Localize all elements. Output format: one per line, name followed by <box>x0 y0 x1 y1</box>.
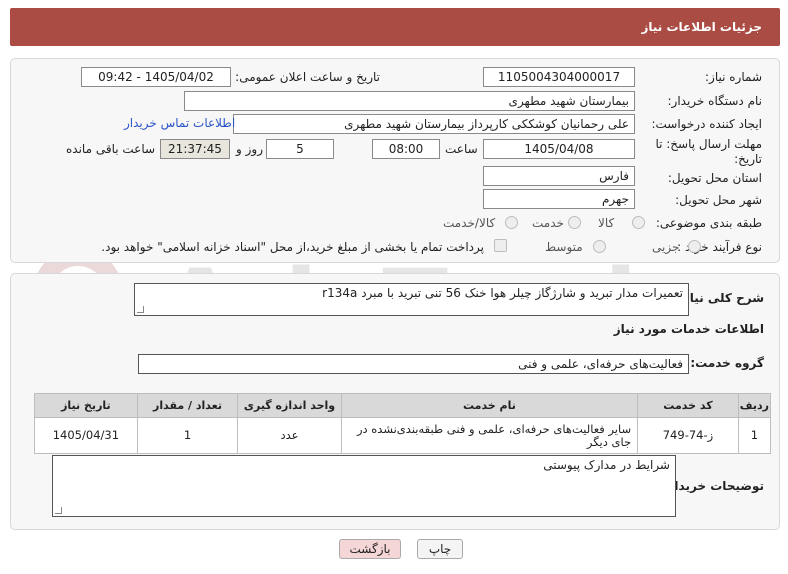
purchase-minor-radio[interactable] <box>688 240 701 253</box>
page-header: جزئیات اطلاعات نیاز <box>10 8 780 46</box>
table-row: 1 ز-74-749 سایر فعالیت‌های حرفه‌ای، علمی… <box>34 417 772 454</box>
service-group-label: گروه خدمت: <box>690 356 764 370</box>
page-title: جزئیات اطلاعات نیاز <box>641 20 762 34</box>
print-button[interactable]: چاپ <box>417 539 463 559</box>
category-service-radio[interactable] <box>568 216 581 229</box>
buyer-org-label: نام دستگاه خریدار: <box>667 94 763 108</box>
remaining-label: ساعت باقی مانده <box>66 142 156 156</box>
col-code: کد خدمت <box>637 393 739 418</box>
cell-name: سایر فعالیت‌های حرفه‌ای، علمی و فنی طبقه… <box>340 417 639 454</box>
info-panel <box>10 58 780 263</box>
category-goods-label: کالا <box>598 216 615 230</box>
cell-unit: عدد <box>237 417 342 454</box>
city-field: جهرم <box>483 189 635 209</box>
deadline-label: مهلت ارسال پاسخ: تا <box>655 137 762 151</box>
col-date: تاریخ نیاز <box>34 393 138 418</box>
category-service-label: خدمت <box>532 216 564 230</box>
service-group-field: فعالیت‌های حرفه‌ای، علمی و فنی <box>138 354 689 374</box>
announce-field: 1405/04/02 - 09:42 <box>81 67 231 87</box>
cell-code: ز-74-749 <box>637 417 739 454</box>
buyer-notes-text: شرایط در مدارک پیوستی <box>543 458 670 472</box>
deadline-label-2: تاریخ: <box>734 152 762 166</box>
cell-row: 1 <box>737 417 772 454</box>
summary-text: تعمیرات مدار تبرید و شارژگاز چیلر هوا خن… <box>322 286 683 300</box>
time-label: ساعت <box>445 142 478 156</box>
cell-qty: 1 <box>136 417 239 454</box>
province-label: استان محل تحویل: <box>667 171 762 185</box>
purchase-medium-label: متوسط <box>545 240 583 254</box>
treasury-payment-checkbox[interactable] <box>494 239 507 252</box>
cell-date: 1405/04/31 <box>34 417 138 454</box>
city-label: شهر محل تحویل: <box>675 193 762 207</box>
services-table: ردیف کد خدمت نام خدمت واحد اندازه گیری ت… <box>34 393 772 454</box>
announce-label: تاریخ و ساعت اعلان عمومی: <box>235 70 380 84</box>
deadline-date-field: 1405/04/08 <box>483 139 635 159</box>
col-qty: تعداد / مقدار <box>136 393 239 418</box>
col-unit: واحد اندازه گیری <box>237 393 342 418</box>
remaining-time-field: 21:37:45 <box>160 139 230 159</box>
buyer-notes-field: شرایط در مدارک پیوستی <box>52 455 676 517</box>
category-both-label: کالا/خدمت <box>443 216 496 230</box>
purchase-minor-label: جزیی <box>652 240 680 254</box>
contact-info-link[interactable]: اطلاعات تماس خریدار <box>124 116 235 130</box>
col-row: ردیف <box>737 393 772 418</box>
payment-note: پرداخت تمام یا بخشی از مبلغ خرید،از محل … <box>101 240 484 254</box>
resize-handle-icon[interactable] <box>137 306 144 313</box>
col-name: نام خدمت <box>340 393 639 418</box>
days-field: 5 <box>266 139 334 159</box>
category-both-radio[interactable] <box>505 216 518 229</box>
summary-field: تعمیرات مدار تبرید و شارژگاز چیلر هوا خن… <box>134 283 689 316</box>
buyer-notes-label: توضیحات خریدار: <box>662 479 764 493</box>
category-goods-radio[interactable] <box>632 216 645 229</box>
need-number-field: 1105004304000017 <box>483 67 635 87</box>
summary-label: شرح کلی نیاز: <box>678 291 764 305</box>
back-button[interactable]: بازگشت <box>339 539 401 559</box>
need-number-label: شماره نیاز: <box>705 70 762 84</box>
buyer-org-field: بیمارستان شهید مطهری <box>184 91 635 111</box>
days-label: روز و <box>236 142 263 156</box>
services-section-title: اطلاعات خدمات مورد نیاز <box>613 322 764 336</box>
creator-label: ایجاد کننده درخواست: <box>651 117 762 131</box>
category-label: طبقه بندی موضوعی: <box>655 216 762 230</box>
resize-handle-icon[interactable] <box>55 507 62 514</box>
table-header-row: ردیف کد خدمت نام خدمت واحد اندازه گیری ت… <box>34 393 772 418</box>
province-field: فارس <box>483 166 635 186</box>
creator-field: علی رحمانیان کوشککی کارپرداز بیمارستان ش… <box>233 114 635 134</box>
purchase-medium-radio[interactable] <box>593 240 606 253</box>
deadline-time-field: 08:00 <box>372 139 440 159</box>
